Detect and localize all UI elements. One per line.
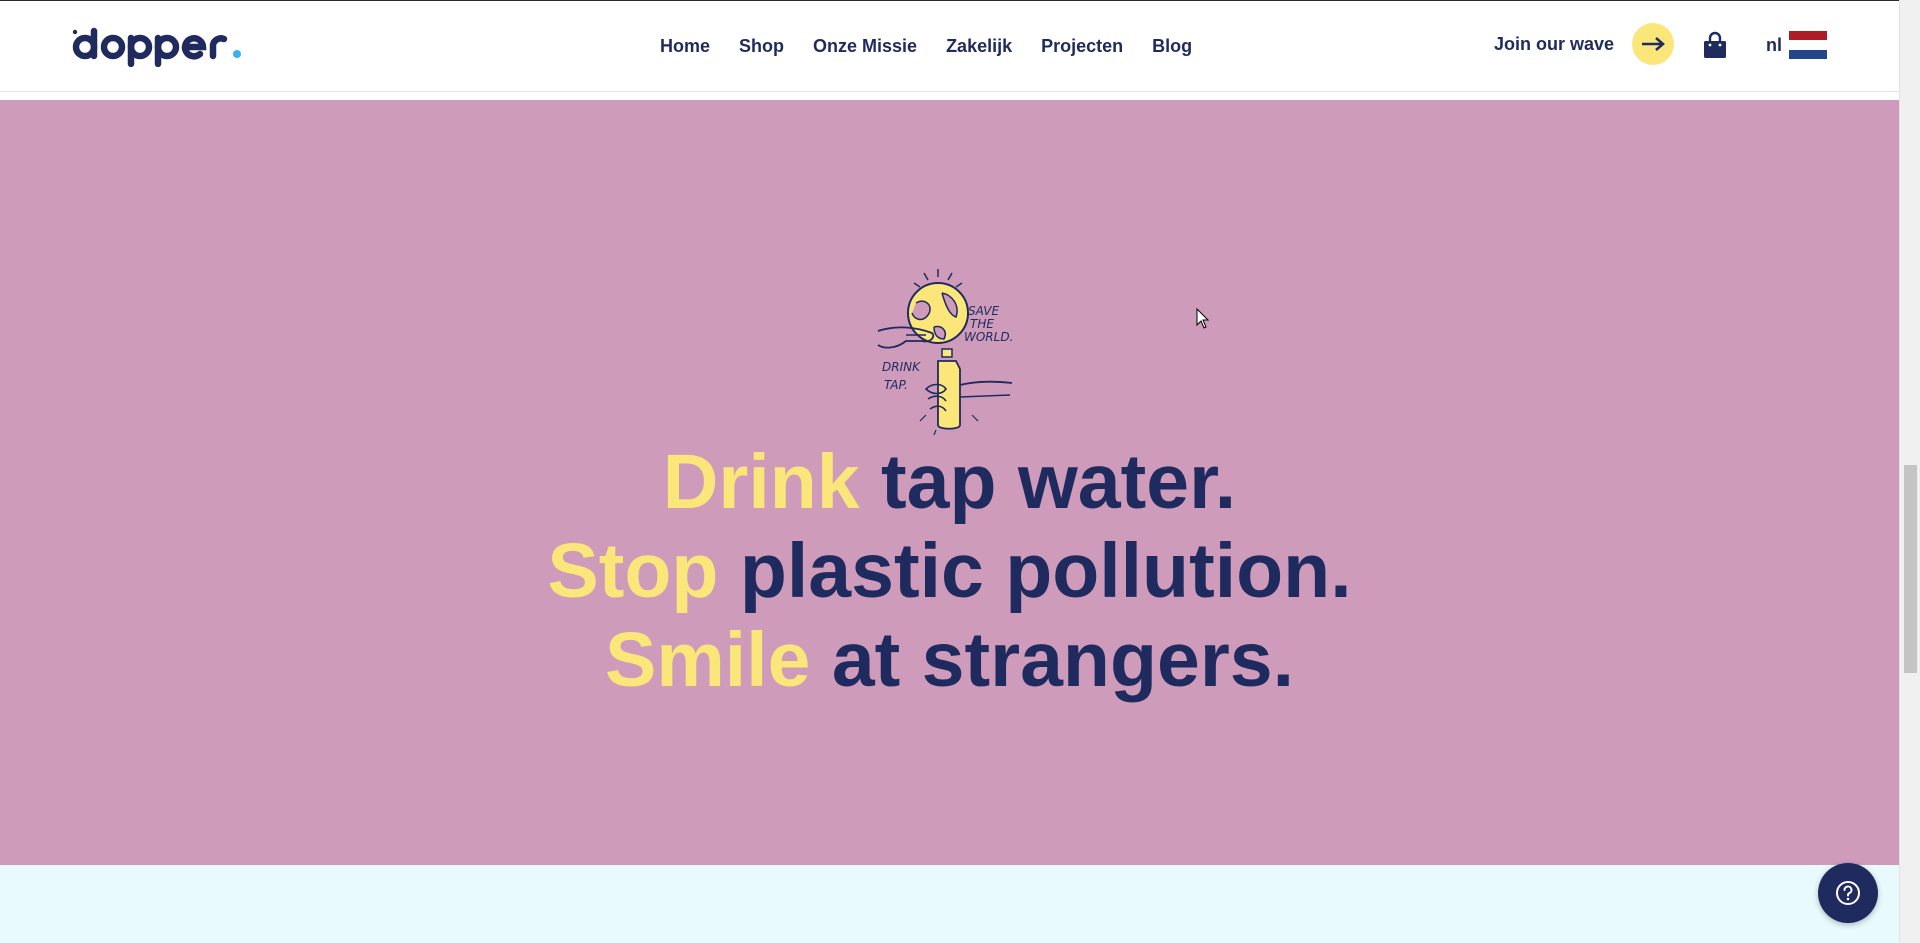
headline-rest-plastic-pollution: plastic pollution. bbox=[739, 528, 1352, 614]
hero-headline: Drink tap water. Stop plastic pollution.… bbox=[0, 438, 1899, 705]
site-header: Home Shop Onze Missie Zakelijk Projecten… bbox=[0, 0, 1899, 92]
nav-item-zakelijk[interactable]: Zakelijk bbox=[946, 36, 1012, 57]
nav-item-shop[interactable]: Shop bbox=[739, 36, 784, 57]
help-button[interactable] bbox=[1818, 863, 1878, 923]
main-nav: Home Shop Onze Missie Zakelijk Projecten… bbox=[660, 36, 1221, 57]
shopping-bag-icon[interactable] bbox=[1700, 31, 1730, 61]
illustration-text-drink: DRINK bbox=[882, 360, 921, 374]
scrollbar-thumb[interactable] bbox=[1904, 465, 1917, 673]
headline-line-3: Smile at strangers. bbox=[0, 616, 1899, 705]
headline-highlight-smile: Smile bbox=[604, 617, 811, 703]
page-scrollbar[interactable] bbox=[1899, 0, 1920, 943]
illustration-text-the: THE bbox=[970, 317, 994, 331]
illustration-text-save: SAVE bbox=[968, 304, 999, 318]
nav-item-blog[interactable]: Blog bbox=[1152, 36, 1192, 57]
save-the-world-illustration: SAVE THE WORLD. DRINK TAP. bbox=[876, 265, 1021, 436]
question-mark-icon bbox=[1836, 881, 1860, 905]
nav-item-onze-missie[interactable]: Onze Missie bbox=[813, 36, 917, 57]
headline-rest-tap-water: tap water. bbox=[881, 439, 1237, 525]
arrow-right-icon bbox=[1632, 23, 1675, 65]
headline-line-1: Drink tap water. bbox=[0, 438, 1899, 527]
language-selector[interactable]: nl bbox=[1766, 31, 1827, 59]
illustration-text-tap: TAP. bbox=[884, 378, 908, 392]
dopper-logo[interactable] bbox=[70, 23, 246, 68]
next-section bbox=[0, 865, 1899, 943]
mouse-cursor-icon bbox=[1196, 307, 1210, 330]
headline-rest-at-strangers: at strangers. bbox=[831, 617, 1295, 703]
join-our-wave-button[interactable]: Join our wave bbox=[1494, 23, 1675, 65]
nav-item-projecten[interactable]: Projecten bbox=[1041, 36, 1123, 57]
netherlands-flag-icon bbox=[1789, 31, 1827, 59]
headline-highlight-drink: Drink bbox=[662, 439, 860, 525]
nav-item-home[interactable]: Home bbox=[660, 36, 710, 57]
join-our-wave-label: Join our wave bbox=[1494, 33, 1615, 54]
language-code: nl bbox=[1766, 34, 1782, 55]
headline-highlight-stop: Stop bbox=[547, 528, 719, 614]
page: Home Shop Onze Missie Zakelijk Projecten… bbox=[0, 0, 1920, 943]
headline-line-2: Stop plastic pollution. bbox=[0, 527, 1899, 616]
illustration-text-world: WORLD. bbox=[964, 330, 1013, 344]
